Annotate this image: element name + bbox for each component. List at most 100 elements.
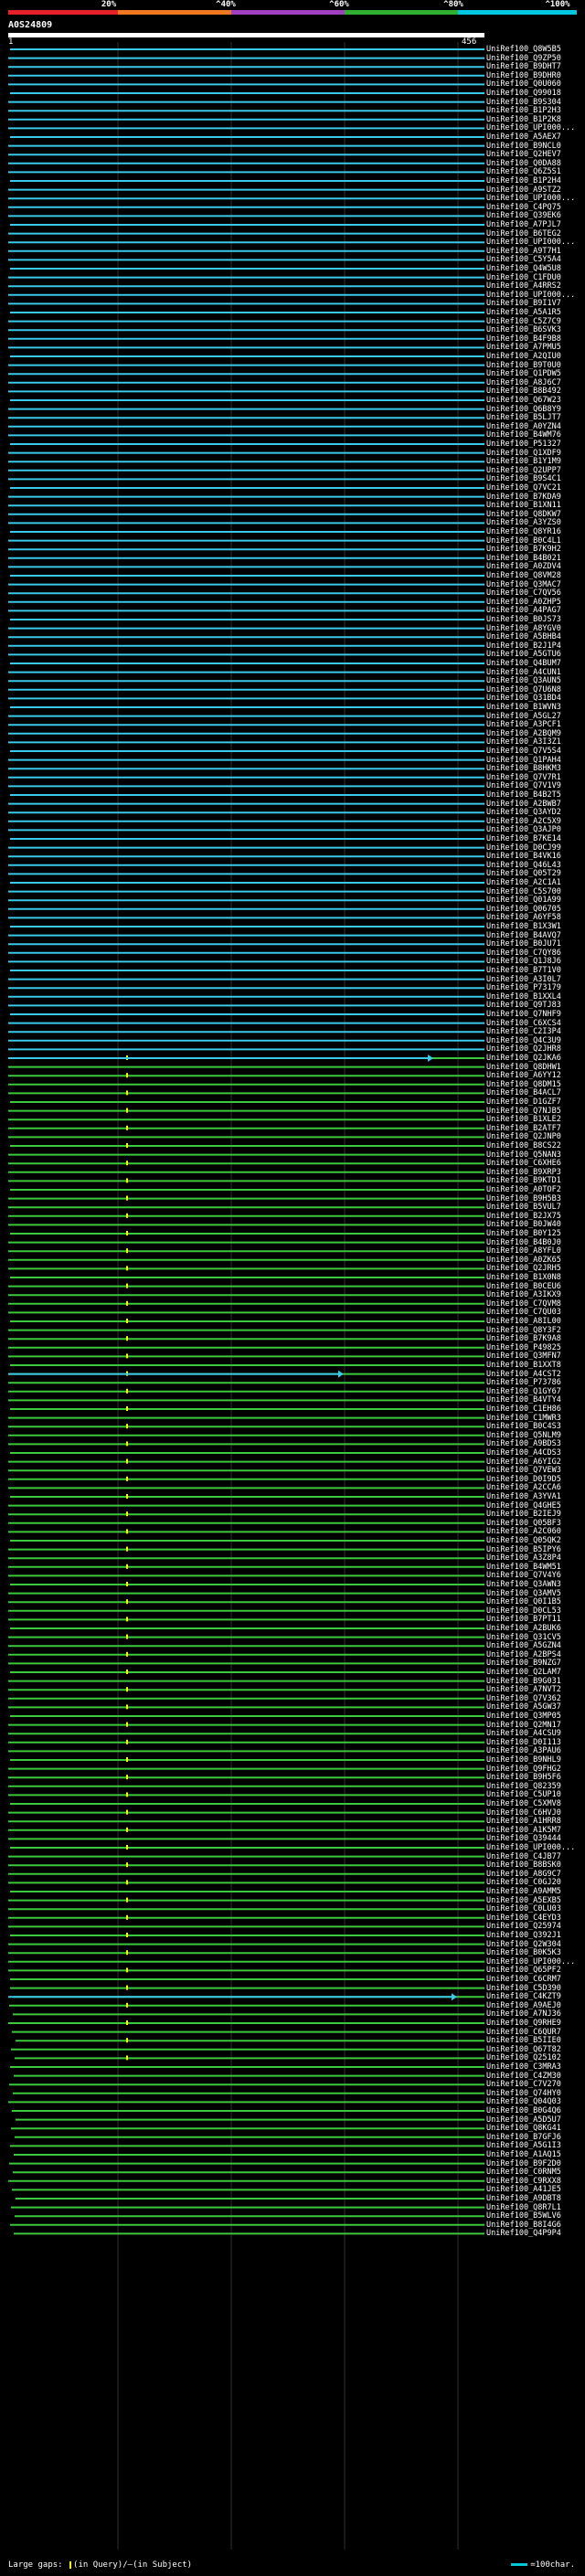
- hit-label[interactable]: UniRef100_A2BUK6: [486, 1624, 583, 1633]
- hit-label[interactable]: UniRef100_C6HVJ0: [486, 1808, 583, 1818]
- hit-label[interactable]: UniRef100_Q31BD4: [486, 694, 583, 703]
- hit-label[interactable]: UniRef100_B9I1V7: [486, 299, 583, 308]
- hit-label[interactable]: UniRef100_Q2JRH5: [486, 1264, 583, 1273]
- hit-label[interactable]: UniRef100_Q0DA88: [486, 159, 583, 168]
- hit-label[interactable]: UniRef100_Q74HY0: [486, 2089, 583, 2098]
- hit-label[interactable]: UniRef100_Q7NHF9: [486, 1010, 583, 1019]
- hit-label[interactable]: UniRef100_B1WVN3: [486, 703, 583, 712]
- hit-label[interactable]: UniRef100_A9AEJ0: [486, 2001, 583, 2010]
- hit-label[interactable]: UniRef100_C6XCS4: [486, 1019, 583, 1028]
- hit-label[interactable]: UniRef100_Q39444: [486, 1834, 583, 1843]
- hit-label[interactable]: UniRef100_Q3AUN5: [486, 676, 583, 685]
- hit-label[interactable]: UniRef100_Q8YR16: [486, 527, 583, 536]
- hit-label[interactable]: UniRef100_B1XLE2: [486, 1115, 583, 1124]
- hit-label[interactable]: UniRef100_B1X3W1: [486, 922, 583, 931]
- hit-label[interactable]: UniRef100_B0CEU6: [486, 1282, 583, 1291]
- hit-label[interactable]: UniRef100_Q8VM28: [486, 571, 583, 580]
- hit-label[interactable]: UniRef100_B2IEJ9: [486, 1510, 583, 1519]
- hit-label[interactable]: UniRef100_B8BSK0: [486, 1860, 583, 1870]
- hit-label[interactable]: UniRef100_UPI000...: [486, 1843, 583, 1852]
- hit-label[interactable]: UniRef100_A5G1I3: [486, 2141, 583, 2150]
- hit-label[interactable]: UniRef100_Q1PAH4: [486, 756, 583, 765]
- hit-label[interactable]: UniRef100_Q8DM15: [486, 1080, 583, 1089]
- hit-label[interactable]: UniRef100_Q67W23: [486, 396, 583, 405]
- hit-label[interactable]: UniRef100_P51327: [486, 440, 583, 449]
- hit-label[interactable]: UniRef100_B1P2K8: [486, 115, 583, 124]
- hit-label[interactable]: UniRef100_B7PT11: [486, 1615, 583, 1624]
- hit-label[interactable]: UniRef100_Q2LAM7: [486, 1668, 583, 1677]
- hit-label[interactable]: UniRef100_Q05BF3: [486, 1519, 583, 1528]
- hit-label[interactable]: UniRef100_A0YZN4: [486, 422, 583, 431]
- hit-label[interactable]: UniRef100_Q7V7R1: [486, 773, 583, 782]
- hit-label[interactable]: UniRef100_A5D5U7: [486, 2115, 583, 2125]
- hit-label[interactable]: UniRef100_B5VUL7: [486, 1203, 583, 1212]
- hit-label[interactable]: UniRef100_A4CST2: [486, 1370, 583, 1379]
- hit-label[interactable]: UniRef100_A8IL00: [486, 1317, 583, 1326]
- hit-label[interactable]: UniRef100_C7QY86: [486, 949, 583, 958]
- hit-label[interactable]: UniRef100_Q8Y3F2: [486, 1326, 583, 1335]
- hit-label[interactable]: UniRef100_D0CL53: [486, 1606, 583, 1616]
- hit-label[interactable]: UniRef100_C7QV56: [486, 588, 583, 598]
- hit-label[interactable]: UniRef100_B6TEG2: [486, 229, 583, 239]
- hit-label[interactable]: UniRef100_A3YVA1: [486, 1492, 583, 1501]
- hit-label[interactable]: UniRef100_B4B021: [486, 554, 583, 563]
- hit-label[interactable]: UniRef100_B7KDA9: [486, 493, 583, 502]
- hit-label[interactable]: UniRef100_A4RRS2: [486, 281, 583, 291]
- hit-label[interactable]: UniRef100_B7T1V0: [486, 966, 583, 975]
- hit-label[interactable]: UniRef100_A5AEX7: [486, 133, 583, 142]
- hit-label[interactable]: UniRef100_B9T0U0: [486, 361, 583, 370]
- hit-label[interactable]: UniRef100_A41JE5: [486, 2185, 583, 2194]
- hit-label[interactable]: UniRef100_B1Y1M9: [486, 457, 583, 466]
- hit-label[interactable]: UniRef100_A3Z8P4: [486, 1553, 583, 1563]
- hit-label[interactable]: UniRef100_A0TOF2: [486, 1185, 583, 1194]
- hit-label[interactable]: UniRef100_B0C4L1: [486, 536, 583, 546]
- hit-label[interactable]: UniRef100_C4EYD3: [486, 1913, 583, 1923]
- hit-label[interactable]: UniRef100_Q2HEV7: [486, 150, 583, 159]
- hit-label[interactable]: UniRef100_A1AQ15: [486, 2150, 583, 2159]
- hit-label[interactable]: UniRef100_B2ATF7: [486, 1124, 583, 1133]
- hit-label[interactable]: UniRef100_Q3MFN7: [486, 1352, 583, 1361]
- hit-label[interactable]: UniRef100_A8YGV0: [486, 624, 583, 633]
- hit-label[interactable]: UniRef100_Q0I1B5: [486, 1597, 583, 1606]
- hit-label[interactable]: UniRef100_Q65PF2: [486, 1966, 583, 1975]
- hit-label[interactable]: UniRef100_Q82359: [486, 1782, 583, 1791]
- hit-label[interactable]: UniRef100_A2QIU0: [486, 352, 583, 361]
- hit-label[interactable]: UniRef100_B9G031: [486, 1677, 583, 1686]
- hit-label[interactable]: UniRef100_D0I9D5: [486, 1475, 583, 1484]
- hit-label[interactable]: UniRef100_B1P2H4: [486, 176, 583, 186]
- hit-label[interactable]: UniRef100_B4B0J0: [486, 1238, 583, 1247]
- hit-label[interactable]: UniRef100_C0GJ20: [486, 1878, 583, 1887]
- hit-label[interactable]: UniRef100_Q31CV5: [486, 1633, 583, 1642]
- hit-label[interactable]: UniRef100_A7PJL7: [486, 220, 583, 229]
- hit-label[interactable]: UniRef100_Q4GHE5: [486, 1501, 583, 1511]
- hit-label[interactable]: UniRef100_Q7NJB5: [486, 1107, 583, 1116]
- hit-label[interactable]: UniRef100_C7QVM8: [486, 1299, 583, 1309]
- hit-label[interactable]: UniRef100_Q3AWN3: [486, 1580, 583, 1589]
- hit-label[interactable]: UniRef100_A7NVT2: [486, 1685, 583, 1694]
- hit-label[interactable]: UniRef100_A5GTU6: [486, 650, 583, 659]
- hit-label[interactable]: UniRef100_C5UP10: [486, 1790, 583, 1799]
- hit-label[interactable]: UniRef100_C6XHE6: [486, 1159, 583, 1168]
- hit-label[interactable]: UniRef100_Q8KG41: [486, 2124, 583, 2133]
- hit-label[interactable]: UniRef100_A1K5M7: [486, 1826, 583, 1835]
- hit-label[interactable]: UniRef100_A5BHB4: [486, 632, 583, 641]
- hit-label[interactable]: UniRef100_Q46L43: [486, 861, 583, 870]
- hit-label[interactable]: UniRef100_B9DHR0: [486, 71, 583, 80]
- hit-label[interactable]: UniRef100_A4CDS3: [486, 1448, 583, 1458]
- hit-label[interactable]: UniRef100_C5Y5A4: [486, 255, 583, 264]
- hit-label[interactable]: UniRef100_A3IKX9: [486, 1290, 583, 1299]
- hit-label[interactable]: UniRef100_Q0U060: [486, 80, 583, 89]
- hit-label[interactable]: UniRef100_A5GL27: [486, 712, 583, 721]
- hit-label[interactable]: UniRef100_B4ACL7: [486, 1088, 583, 1097]
- hit-label[interactable]: UniRef100_Q05QK2: [486, 1536, 583, 1545]
- hit-label[interactable]: UniRef100_B5LJT7: [486, 413, 583, 422]
- hit-label[interactable]: UniRef100_B8HKM3: [486, 764, 583, 773]
- hit-label[interactable]: UniRef100_Q2JNP0: [486, 1132, 583, 1141]
- hit-label[interactable]: UniRef100_C1FDU0: [486, 273, 583, 282]
- hit-label[interactable]: UniRef100_Q8W5B5: [486, 45, 583, 54]
- hit-label[interactable]: UniRef100_Q4BUM7: [486, 659, 583, 668]
- hit-label[interactable]: UniRef100_A7NJ36: [486, 2009, 583, 2019]
- hit-label[interactable]: UniRef100_B7K9H2: [486, 545, 583, 554]
- hit-label[interactable]: UniRef100_B9F2D0: [486, 2159, 583, 2168]
- hit-label[interactable]: UniRef100_B0JS73: [486, 615, 583, 624]
